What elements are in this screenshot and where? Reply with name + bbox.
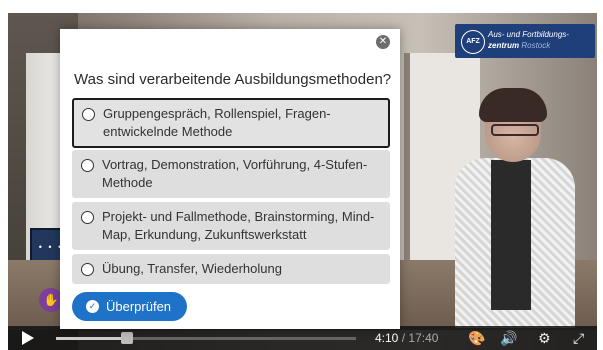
duration: 17:40	[408, 331, 439, 345]
play-icon[interactable]	[22, 331, 34, 345]
current-time: 4:10	[375, 331, 399, 345]
answer-label: Übung, Transfer, Wiederholung	[102, 261, 282, 276]
palette-icon[interactable]: 🎨	[468, 329, 485, 347]
radio-icon[interactable]	[81, 263, 94, 276]
radio-icon[interactable]	[82, 108, 95, 121]
video-controls: 4:10 / 17:40 🎨 🔊 ⚙ ⤢	[8, 326, 597, 350]
fullscreen-icon[interactable]: ⤢	[573, 329, 584, 347]
logo-line2: zentrum Rostock	[488, 41, 551, 50]
volume-icon[interactable]: 🔊	[500, 329, 517, 347]
progress-bar[interactable]	[56, 332, 356, 344]
logo-badge: AFZ	[461, 30, 485, 54]
gear-icon[interactable]: ⚙	[538, 329, 551, 347]
time-display: 4:10 / 17:40	[375, 331, 439, 345]
answer-label: Projekt- und Fallmethode, Brainstorming,…	[102, 209, 375, 242]
progress-fill	[56, 337, 127, 340]
logo-line1: Aus- und Fortbildungs-	[488, 30, 569, 39]
quiz-question: Was sind verarbeitende Ausbildungsmethod…	[74, 71, 392, 88]
radio-icon[interactable]	[81, 159, 94, 172]
answer-label: Gruppengespräch, Rollenspiel, Fragen-ent…	[103, 106, 331, 139]
close-icon[interactable]: ✕	[376, 35, 390, 49]
presenter	[445, 88, 585, 328]
check-button[interactable]: ✓ Überprüfen	[72, 292, 188, 321]
check-button-label: Überprüfen	[106, 299, 172, 314]
radio-icon[interactable]	[81, 211, 94, 224]
answer-option-1[interactable]: Gruppengespräch, Rollenspiel, Fragen-ent…	[72, 98, 390, 148]
afz-logo: AFZ Aus- und Fortbildungs- zentrum Rosto…	[455, 24, 595, 58]
answer-option-2[interactable]: Vortrag, Demonstration, Vorführung, 4-St…	[72, 150, 390, 198]
progress-handle[interactable]	[120, 332, 133, 344]
answer-option-4[interactable]: Übung, Transfer, Wiederholung	[72, 254, 390, 284]
quiz-dialog: ✕ Was sind verarbeitende Ausbildungsmeth…	[60, 29, 400, 329]
answer-option-3[interactable]: Projekt- und Fallmethode, Brainstorming,…	[72, 202, 390, 250]
answer-label: Vortrag, Demonstration, Vorführung, 4-St…	[102, 157, 368, 190]
check-circle-icon: ✓	[86, 300, 99, 313]
